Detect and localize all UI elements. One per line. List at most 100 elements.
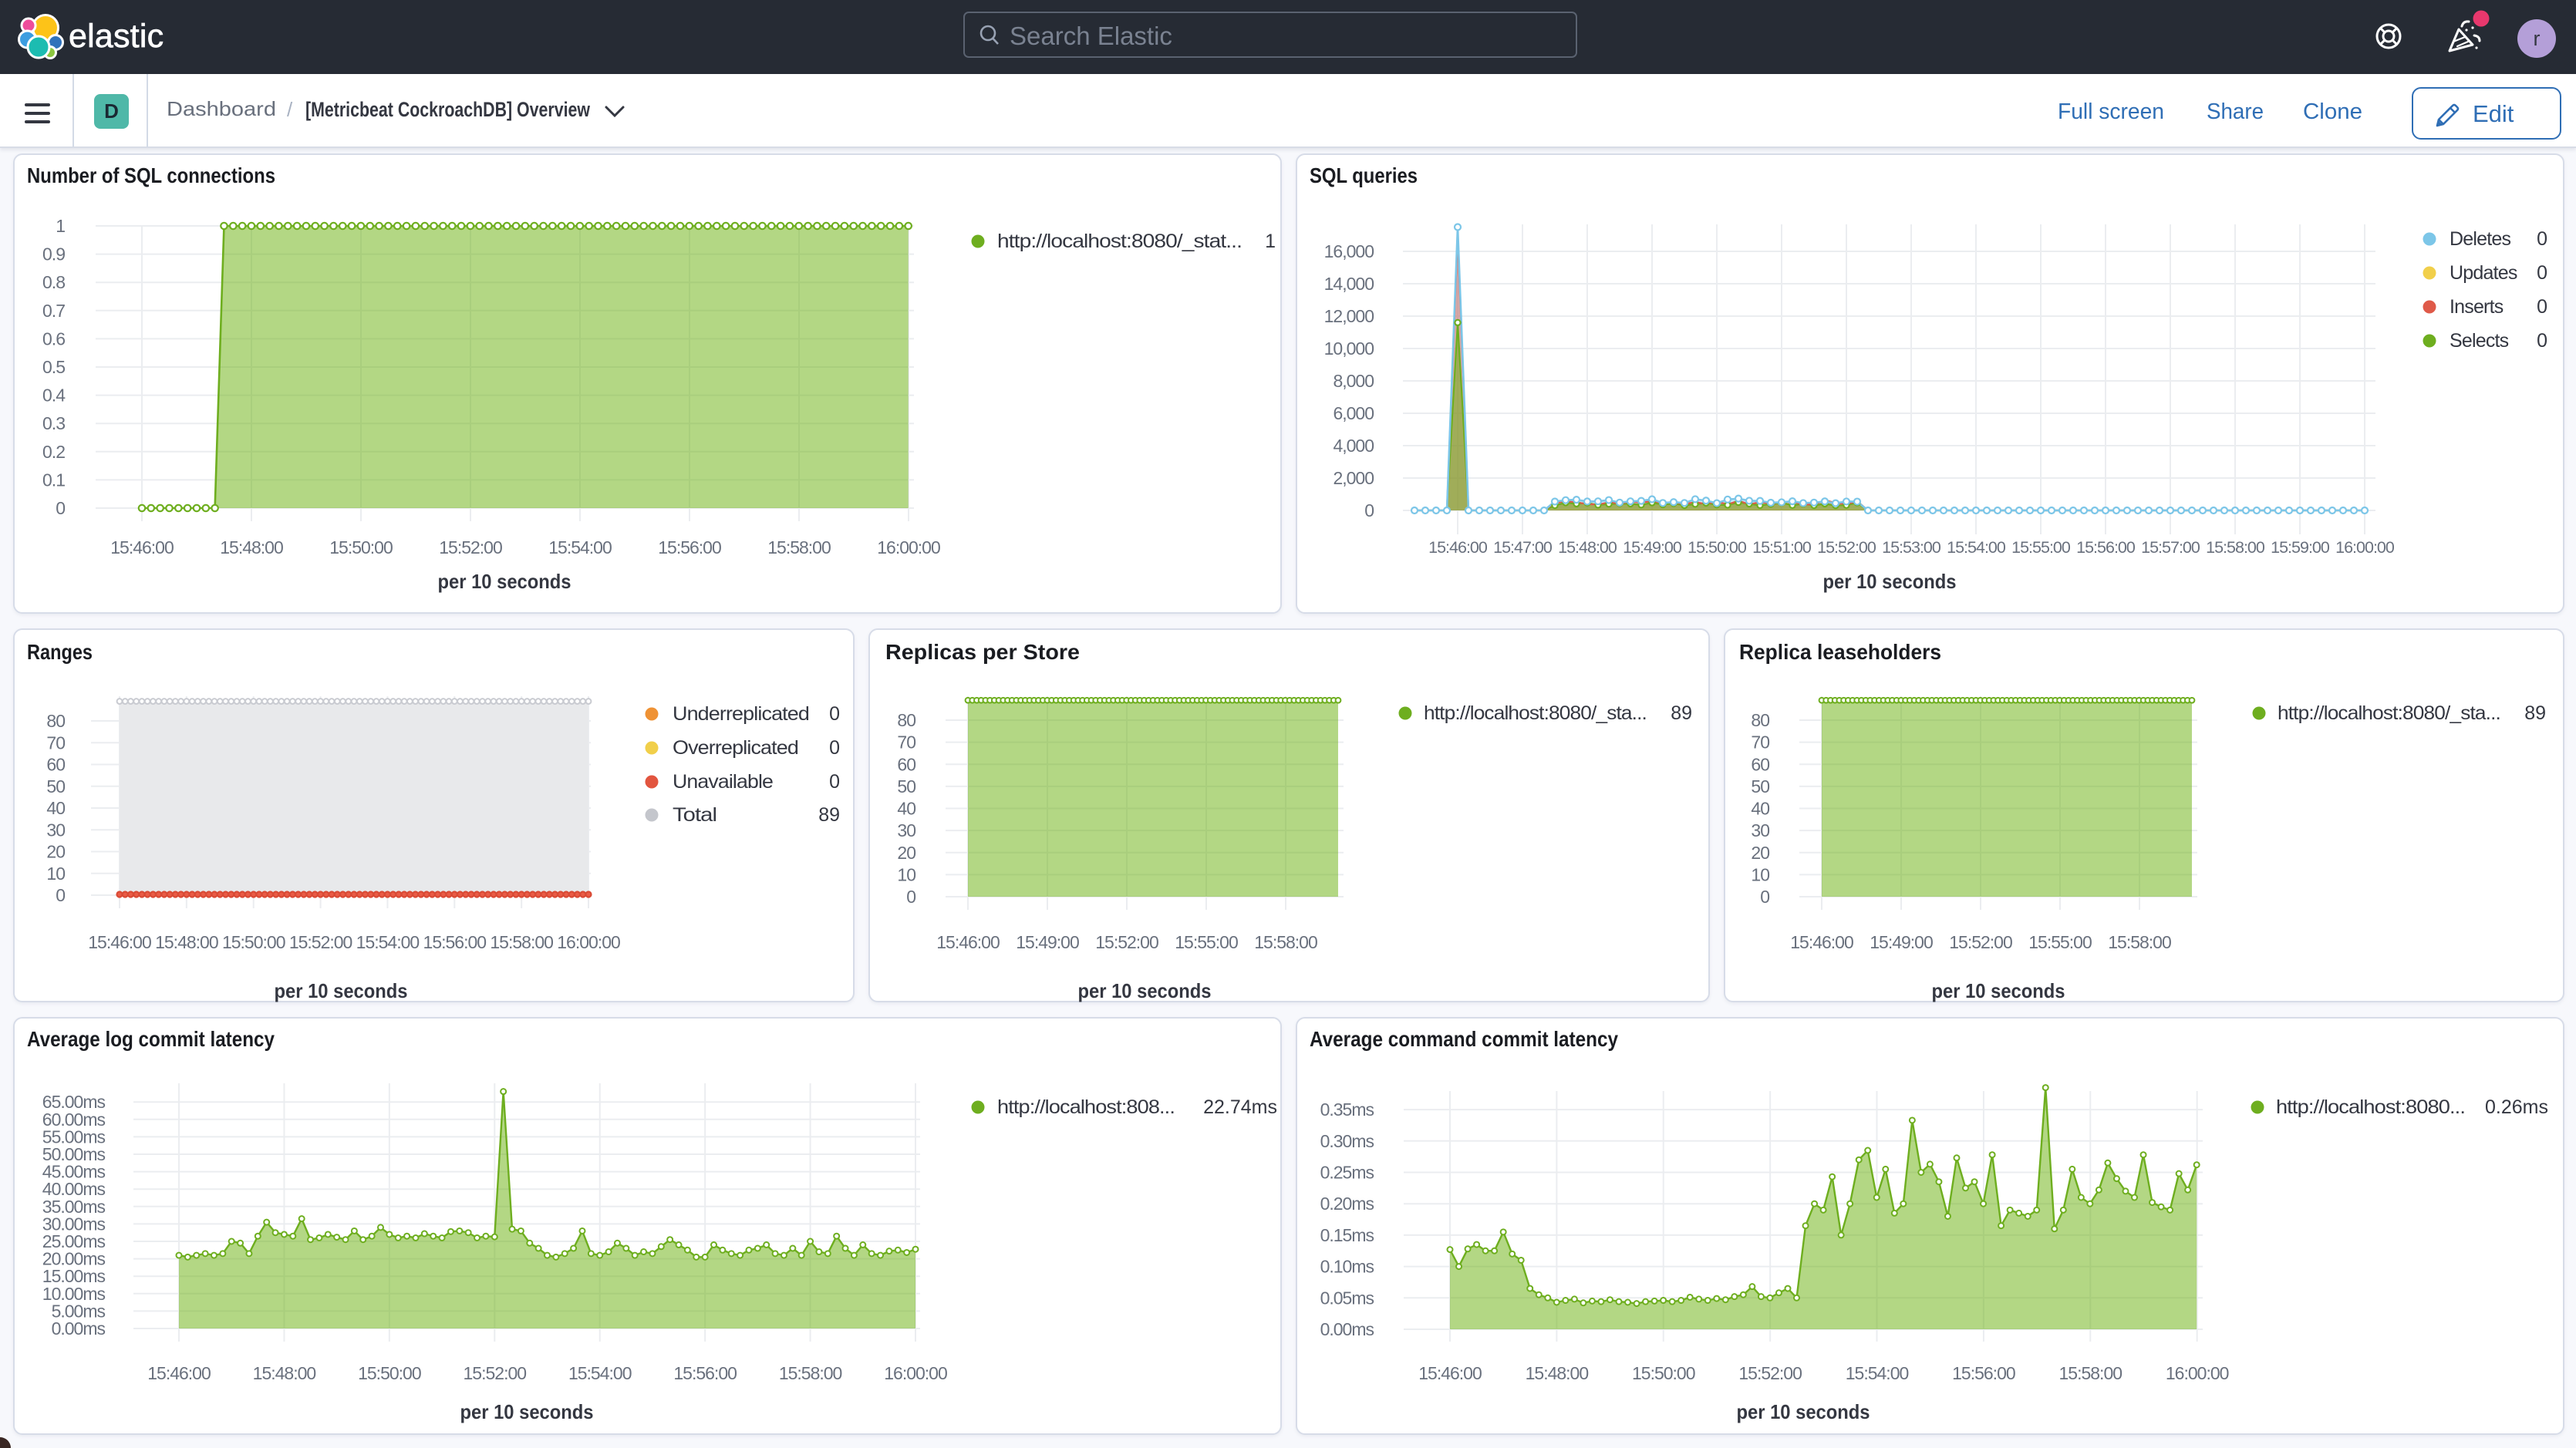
svg-text:15:58:00: 15:58:00: [2059, 1363, 2123, 1383]
svg-text:15:56:00: 15:56:00: [673, 1363, 737, 1383]
svg-text:10: 10: [897, 864, 915, 884]
svg-text:0.35ms: 0.35ms: [1320, 1099, 1374, 1120]
svg-text:Updates: Updates: [2450, 262, 2517, 284]
svg-text:Unavailable: Unavailable: [673, 771, 773, 793]
svg-text:15:52:00: 15:52:00: [1095, 932, 1158, 952]
svg-text:0: 0: [2537, 296, 2547, 318]
svg-text:15:48:00: 15:48:00: [253, 1363, 316, 1383]
svg-text:16:00:00: 16:00:00: [557, 932, 620, 952]
svg-text:14,000: 14,000: [1324, 274, 1374, 294]
svg-text:30: 30: [46, 820, 65, 840]
svg-text:0.8: 0.8: [42, 272, 65, 292]
svg-text:15:53:00: 15:53:00: [1882, 538, 1941, 557]
svg-text:15:46:00: 15:46:00: [147, 1363, 211, 1383]
svg-text:0: 0: [1760, 887, 1769, 907]
svg-text:15:51:00: 15:51:00: [1752, 538, 1812, 557]
svg-text:Full screen: Full screen: [2058, 99, 2164, 124]
svg-text:15:48:00: 15:48:00: [1526, 1363, 1589, 1383]
svg-text:15:47:00: 15:47:00: [1493, 538, 1553, 557]
svg-text:15:55:00: 15:55:00: [2011, 538, 2071, 557]
svg-text:0.9: 0.9: [42, 244, 65, 264]
svg-text:0.15ms: 0.15ms: [1320, 1225, 1374, 1245]
svg-text:80: 80: [897, 710, 915, 730]
svg-text:http://localhost:8080/_stat...: http://localhost:8080/_stat...: [997, 231, 1242, 252]
svg-text:0.4: 0.4: [42, 386, 66, 406]
svg-text:30: 30: [1751, 820, 1769, 840]
svg-text:15:54:00: 15:54:00: [1846, 1363, 1909, 1383]
svg-text:0.26ms: 0.26ms: [2485, 1096, 2548, 1118]
svg-text:15:55:00: 15:55:00: [2028, 932, 2092, 952]
svg-text:15:54:00: 15:54:00: [568, 1363, 632, 1383]
svg-text:0: 0: [1364, 500, 1374, 520]
svg-text:15:46:00: 15:46:00: [88, 932, 151, 952]
svg-text:15:49:00: 15:49:00: [1016, 932, 1079, 952]
svg-text:1: 1: [56, 216, 65, 236]
svg-text:70: 70: [46, 732, 65, 753]
svg-text:http://localhost:8080/_sta...: http://localhost:8080/_sta...: [2278, 702, 2500, 724]
svg-text:22.74ms: 22.74ms: [1203, 1096, 1277, 1118]
svg-text:0.2: 0.2: [42, 442, 65, 462]
svg-text:15:46:00: 15:46:00: [1418, 1363, 1482, 1383]
svg-text:15:58:00: 15:58:00: [1254, 932, 1317, 952]
svg-text:15:57:00: 15:57:00: [2141, 538, 2200, 557]
svg-text:15:52:00: 15:52:00: [1949, 932, 2012, 952]
svg-text:15:58:00: 15:58:00: [767, 537, 831, 557]
svg-text:15:46:00: 15:46:00: [1790, 932, 1853, 952]
svg-text:Replicas per Store: Replicas per Store: [885, 640, 1080, 664]
svg-text:15:54:00: 15:54:00: [548, 537, 612, 557]
svg-text:15:49:00: 15:49:00: [1623, 538, 1682, 557]
svg-text:15:55:00: 15:55:00: [1175, 932, 1238, 952]
svg-text:0.1: 0.1: [42, 470, 65, 490]
svg-text:15:46:00: 15:46:00: [936, 932, 1000, 952]
svg-text:Replica leaseholders: Replica leaseholders: [1739, 640, 1941, 664]
svg-text:15:46:00: 15:46:00: [1428, 538, 1488, 557]
svg-text:15:58:00: 15:58:00: [2206, 538, 2265, 557]
svg-text:Selects: Selects: [2450, 330, 2509, 352]
svg-text:15:58:00: 15:58:00: [2108, 932, 2171, 952]
svg-text:15:49:00: 15:49:00: [1870, 932, 1933, 952]
svg-text:2,000: 2,000: [1333, 468, 1374, 488]
svg-text:per 10 seconds: per 10 seconds: [275, 979, 408, 1002]
svg-text:15:48:00: 15:48:00: [1558, 538, 1617, 557]
svg-text:89: 89: [818, 804, 840, 826]
svg-text:0: 0: [829, 703, 840, 725]
svg-text:http://localhost:8080/_sta...: http://localhost:8080/_sta...: [1424, 702, 1647, 724]
svg-text:89: 89: [2524, 702, 2546, 724]
svg-text:15:48:00: 15:48:00: [155, 932, 218, 952]
svg-text:Share: Share: [2207, 99, 2264, 124]
svg-text:50: 50: [46, 776, 65, 796]
svg-text:15:56:00: 15:56:00: [658, 537, 721, 557]
svg-text:0.5: 0.5: [42, 357, 65, 377]
svg-text:50: 50: [897, 776, 915, 796]
svg-text:Total: Total: [673, 804, 716, 826]
svg-text:Average command commit latency: Average command commit latency: [1310, 1027, 1618, 1051]
svg-text:[Metricbeat CockroachDB] Overv: [Metricbeat CockroachDB] Overview: [305, 98, 591, 121]
svg-text:10: 10: [46, 864, 65, 884]
svg-text:0.7: 0.7: [42, 301, 65, 321]
svg-text:0: 0: [56, 498, 65, 518]
svg-text:http://localhost:808...: http://localhost:808...: [997, 1096, 1175, 1118]
svg-text:Inserts: Inserts: [2450, 296, 2504, 318]
svg-text:15:50:00: 15:50:00: [1632, 1363, 1695, 1383]
svg-text:0.20ms: 0.20ms: [1320, 1194, 1374, 1214]
svg-text:16:00:00: 16:00:00: [877, 537, 940, 557]
svg-text:15:56:00: 15:56:00: [2076, 538, 2136, 557]
svg-text:Deletes: Deletes: [2450, 228, 2510, 250]
svg-text:50: 50: [1751, 776, 1769, 796]
svg-text:16:00:00: 16:00:00: [2335, 538, 2395, 557]
svg-text:0.6: 0.6: [42, 328, 65, 349]
svg-text:0.3: 0.3: [42, 413, 65, 433]
svg-text:15:48:00: 15:48:00: [220, 537, 283, 557]
svg-text:4,000: 4,000: [1333, 436, 1374, 456]
svg-text:40: 40: [46, 798, 65, 818]
svg-text:http://localhost:8080...: http://localhost:8080...: [2276, 1096, 2465, 1118]
svg-text:60: 60: [897, 754, 915, 774]
svg-text:80: 80: [46, 711, 65, 731]
svg-text:15:52:00: 15:52:00: [464, 1363, 527, 1383]
svg-text:89: 89: [1671, 702, 1692, 724]
svg-text:12,000: 12,000: [1324, 306, 1374, 326]
svg-text:15:56:00: 15:56:00: [1952, 1363, 2015, 1383]
svg-text:Overreplicated: Overreplicated: [673, 737, 798, 759]
svg-text:Ranges: Ranges: [27, 640, 93, 664]
svg-text:per 10 seconds: per 10 seconds: [438, 570, 572, 593]
